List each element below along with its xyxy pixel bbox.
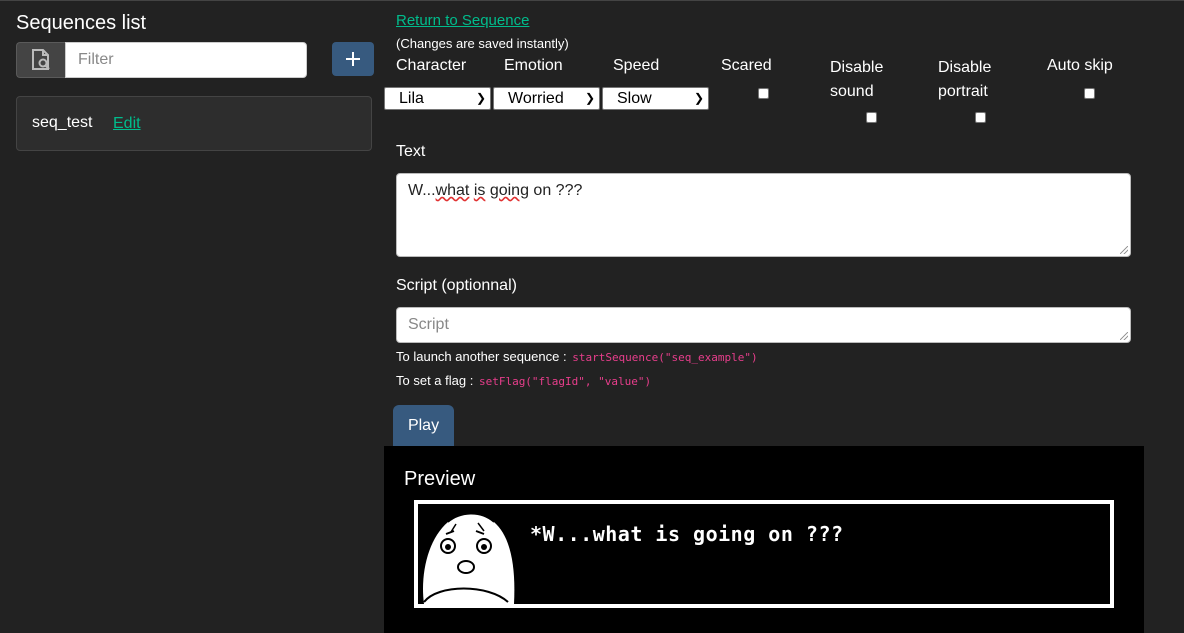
scared-checkbox[interactable]: [758, 88, 769, 99]
hint-launch-text: To launch another sequence :: [396, 349, 567, 364]
text-value-part: what: [435, 182, 470, 199]
emotion-select[interactable]: Worried ❯: [493, 87, 600, 110]
disable-portrait-checkbox[interactable]: [975, 112, 986, 123]
filter-row: [16, 42, 374, 78]
speed-label: Speed: [613, 57, 660, 74]
preview-title: Preview: [404, 468, 476, 490]
disable-portrait-label: Disable portrait: [938, 56, 991, 104]
speed-select-value: Slow: [617, 90, 652, 107]
sequence-name: seq_test: [32, 114, 93, 131]
add-sequence-button[interactable]: [332, 42, 374, 76]
text-label: Text: [396, 143, 426, 160]
chevron-down-icon: ❯: [584, 91, 595, 105]
filter-input[interactable]: [65, 42, 307, 78]
play-button[interactable]: Play: [393, 405, 454, 447]
hint-flag-code: setFlag("flagId", "value"): [478, 375, 652, 388]
hint-set-flag: To set a flag : setFlag("flagId", "value…: [396, 373, 651, 388]
list-item: seq_test Edit: [16, 96, 372, 151]
script-input[interactable]: Script: [396, 307, 1131, 343]
disable-sound-checkbox[interactable]: [866, 112, 877, 123]
character-label: Character: [396, 57, 467, 74]
script-placeholder: Script: [408, 316, 449, 333]
plus-icon: [346, 52, 360, 66]
sequences-list-title: Sequences list: [16, 12, 147, 34]
character-select[interactable]: Lila ❯: [384, 87, 491, 110]
text-value-part: on ???: [528, 182, 583, 199]
dialog-text: *W...what is going on ???: [530, 522, 844, 546]
disable-sound-label-line1: Disable: [830, 59, 884, 76]
edit-sequence-link[interactable]: Edit: [113, 115, 141, 133]
speed-select[interactable]: Slow ❯: [602, 87, 709, 110]
sequences-panel: Sequences list seq_test Edit: [16, 1, 374, 151]
disable-portrait-label-line1: Disable: [938, 59, 992, 76]
text-value-part: going: [489, 182, 529, 199]
resize-handle[interactable]: [1120, 246, 1128, 254]
preview-panel: Preview *W...what is going on ???: [384, 446, 1144, 633]
script-label: Script (optionnal): [396, 277, 517, 294]
disable-portrait-label-line2: portrait: [938, 83, 988, 100]
character-select-value: Lila: [399, 90, 424, 107]
chevron-down-icon: ❯: [693, 91, 704, 105]
dialog-box: *W...what is going on ???: [414, 500, 1114, 608]
auto-skip-label: Auto skip: [1047, 57, 1113, 74]
return-to-sequence-link[interactable]: Return to Sequence: [396, 12, 529, 29]
text-input[interactable]: W...what is going on ???: [396, 173, 1131, 257]
hint-flag-text: To set a flag :: [396, 373, 474, 388]
emotion-select-value: Worried: [508, 90, 564, 107]
chevron-down-icon: ❯: [475, 91, 486, 105]
saved-note: (Changes are saved instantly): [396, 36, 569, 51]
hint-launch-code: startSequence("seq_example"): [572, 351, 758, 364]
scared-label: Scared: [721, 57, 772, 74]
file-search-icon: [16, 42, 65, 78]
disable-sound-label: Disable sound: [830, 56, 883, 104]
resize-handle[interactable]: [1120, 332, 1128, 340]
auto-skip-checkbox[interactable]: [1084, 88, 1095, 99]
disable-sound-label-line2: sound: [830, 83, 874, 100]
character-portrait: [418, 504, 518, 604]
text-value-part: W...: [408, 182, 436, 199]
hint-launch-sequence: To launch another sequence : startSequen…: [396, 349, 758, 364]
text-value-part: is: [473, 182, 486, 199]
emotion-label: Emotion: [504, 57, 563, 74]
